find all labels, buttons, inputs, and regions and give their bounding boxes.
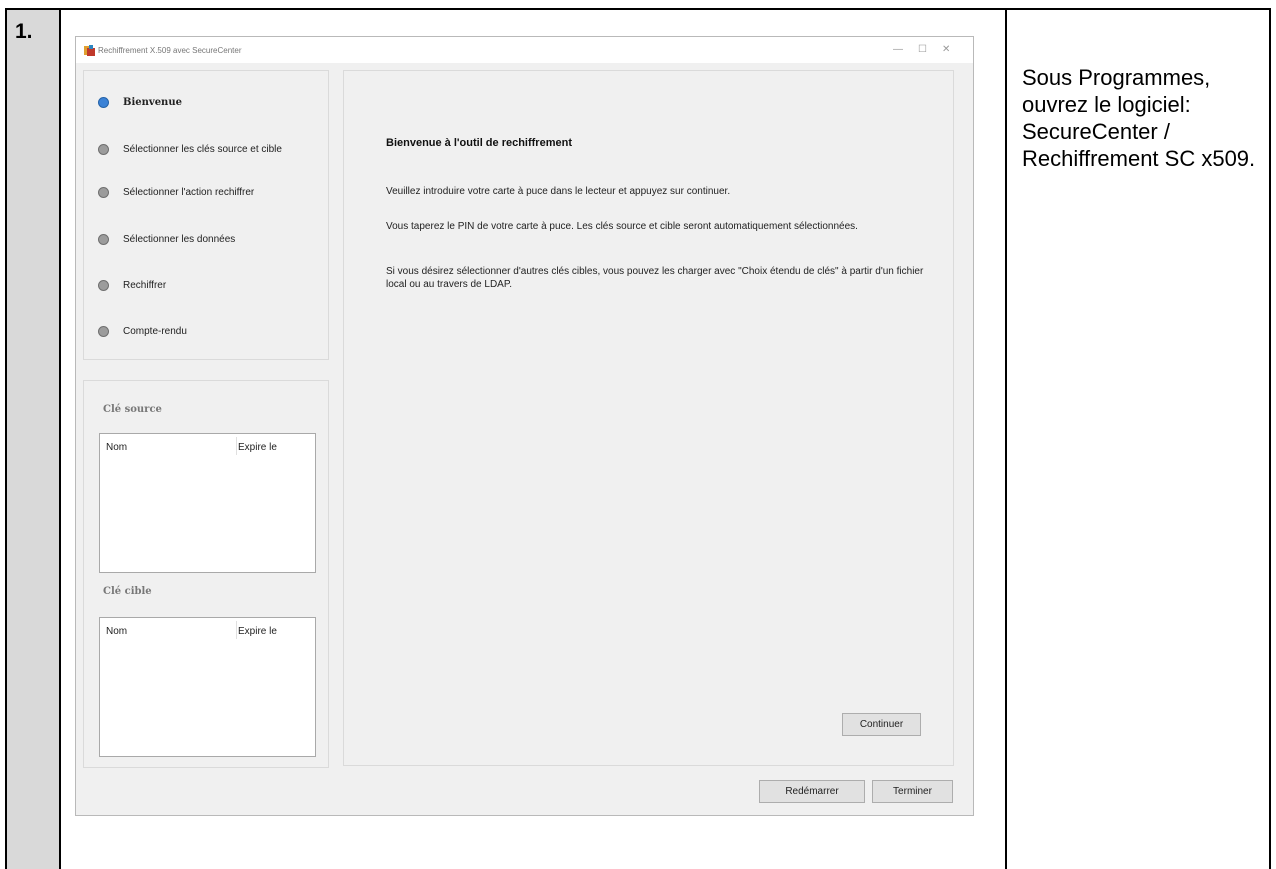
step-label: Bienvenue — [123, 96, 182, 108]
step-indicator-icon — [98, 186, 109, 198]
source-key-list[interactable]: Nom Expire le — [99, 433, 316, 573]
step-indicator-icon — [98, 325, 109, 337]
maximize-icon[interactable]: ☐ — [918, 45, 927, 55]
column-header-name[interactable]: Nom — [106, 626, 127, 637]
minimize-icon[interactable]: — — [893, 45, 903, 55]
wizard-steps-panel: Bienvenue Sélectionner les clés source e… — [83, 70, 329, 360]
step-indicator-icon — [98, 279, 109, 291]
step-indicator-icon — [98, 233, 109, 245]
restart-button[interactable]: Redémarrer — [759, 780, 865, 803]
step-label: Compte-rendu — [123, 325, 187, 337]
column-header-expiry[interactable]: Expire le — [238, 626, 277, 637]
step-report: Compte-rendu — [98, 323, 187, 339]
title-bar: Rechiffrement X.509 avec SecureCenter — … — [76, 37, 973, 63]
column-separator[interactable] — [236, 621, 237, 639]
instruction-paragraph: Si vous désirez sélectionner d'autres cl… — [386, 266, 924, 290]
step-active-indicator-icon — [98, 96, 109, 108]
step-label: Sélectionner les clés source et cible — [123, 143, 282, 155]
target-key-title: Clé cible — [103, 586, 152, 597]
window-title: Rechiffrement X.509 avec SecureCenter — [98, 46, 242, 55]
step-number-cell: 1. — [5, 8, 59, 869]
target-key-list[interactable]: Nom Expire le — [99, 617, 316, 757]
step-bienvenue: Bienvenue — [98, 94, 182, 110]
keys-panel: Clé source Nom Expire le Clé cible Nom E… — [83, 380, 329, 768]
close-icon[interactable]: ✕ — [942, 45, 950, 55]
step-select-action: Sélectionner l'action rechiffrer — [98, 184, 254, 200]
step-reencrypt: Rechiffrer — [98, 277, 166, 293]
source-key-title: Clé source — [103, 404, 162, 415]
column-separator[interactable] — [236, 437, 237, 455]
step-select-data: Sélectionner les données — [98, 231, 235, 247]
welcome-title: Bienvenue à l'outil de rechiffrement — [386, 137, 572, 149]
main-content-panel: Bienvenue à l'outil de rechiffrement Veu… — [343, 70, 954, 766]
column-header-name[interactable]: Nom — [106, 442, 127, 453]
step-indicator-icon — [98, 143, 109, 155]
finish-button[interactable]: Terminer — [872, 780, 953, 803]
step-label: Sélectionner les données — [123, 233, 236, 245]
instruction-paragraph: Vous taperez le PIN de votre carte à puc… — [386, 221, 858, 232]
app-window: Rechiffrement X.509 avec SecureCenter — … — [75, 36, 974, 816]
step-number: 1. — [15, 20, 33, 43]
app-icon — [84, 45, 95, 56]
step-label: Rechiffrer — [123, 279, 167, 291]
instruction-cell: Sous Programmes, ouvrez le logiciel: Sec… — [1005, 8, 1271, 869]
continue-button[interactable]: Continuer — [842, 713, 921, 736]
instruction-text: Sous Programmes, ouvrez le logiciel: Sec… — [1022, 65, 1256, 171]
step-label: Sélectionner l'action rechiffrer — [123, 186, 255, 198]
column-header-expiry[interactable]: Expire le — [238, 442, 277, 453]
instruction-paragraph: Veuillez introduire votre carte à puce d… — [386, 186, 731, 197]
step-select-keys: Sélectionner les clés source et cible — [98, 141, 282, 157]
